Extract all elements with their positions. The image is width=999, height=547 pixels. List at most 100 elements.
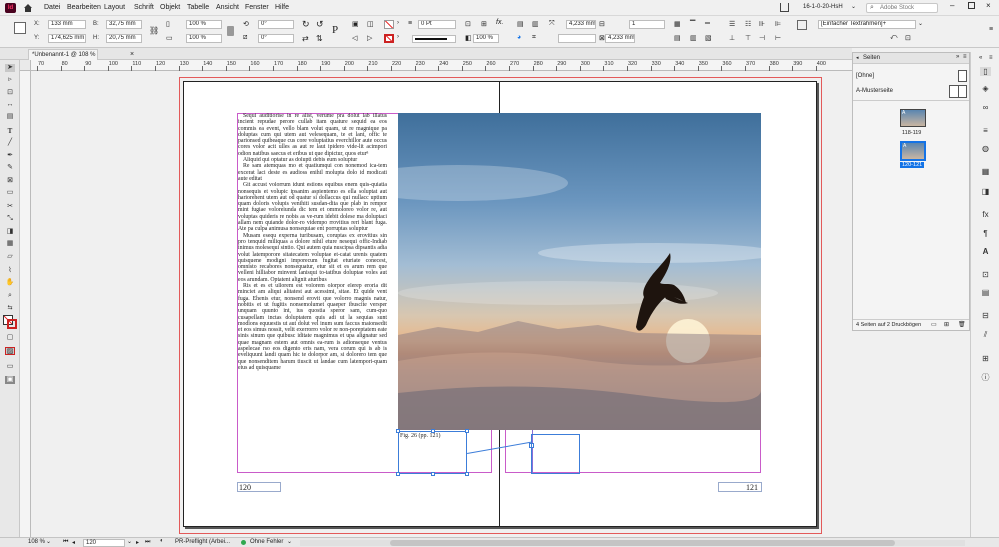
note-tool-icon[interactable]: ▱ <box>5 253 15 261</box>
select-next-icon[interactable]: ▷ <box>367 34 372 42</box>
stroke-dropdown-icon[interactable]: › <box>397 34 399 40</box>
flip-vertical-icon[interactable]: ⇅ <box>316 34 323 43</box>
x-position-field[interactable]: 133 mm <box>48 20 86 29</box>
select-container-icon[interactable]: ▣ <box>352 20 359 28</box>
fitting-icon[interactable]: ⊞ <box>481 20 487 28</box>
height-field[interactable]: 20,75 mm <box>106 34 142 43</box>
search-field[interactable]: ⌕ Adobe Stock <box>866 3 938 13</box>
pathfinder-panel-icon[interactable]: ⊞ <box>980 354 991 363</box>
horizontal-ruler[interactable]: 70 80 90 100 110 120 130 140 150 160 170 180 190 200 2… <box>20 60 852 71</box>
horizontal-scroll-thumb[interactable] <box>390 540 895 546</box>
columns-icon[interactable]: ▥ <box>532 20 539 28</box>
drop-shadow-icon[interactable]: ▤ <box>517 20 524 28</box>
scale-x-field[interactable]: 100 % <box>186 20 222 29</box>
vertical-justify-icon[interactable]: ▦ <box>674 20 681 28</box>
maximize-icon[interactable] <box>968 2 975 9</box>
menu-hilfe[interactable]: Hilfe <box>275 4 289 11</box>
shear-field[interactable]: 0° <box>258 34 294 43</box>
select-previous-icon[interactable]: ◁ <box>352 34 357 42</box>
none-master-thumbnail[interactable] <box>958 70 967 82</box>
spread-label[interactable]: 118-119 <box>902 130 921 136</box>
spread-label-selected[interactable]: 120-121 <box>900 162 925 168</box>
rectangle-tool-icon[interactable]: ▭ <box>5 189 15 197</box>
gap-tool-icon[interactable]: ↔ <box>5 101 15 109</box>
caption-frame[interactable]: Fig. 26 (pp. 121) <box>398 431 467 474</box>
stroke-style-swatch[interactable] <box>558 34 596 43</box>
selection-handle[interactable] <box>431 429 435 433</box>
text-frame[interactable]: Sequi auditiorise in re alist, verume pr… <box>238 113 387 472</box>
justify-8-icon[interactable]: ⊢ <box>775 34 781 42</box>
threaded-caption-frame[interactable] <box>531 434 580 474</box>
inset-bottom-field[interactable]: 4,233 mm <box>605 34 635 43</box>
text-wrap-panel-icon[interactable]: ⊟ <box>980 311 991 320</box>
rotation-field[interactable]: 0° <box>258 20 294 29</box>
links-panel-icon[interactable]: ∞ <box>980 103 991 112</box>
stroke-swatch[interactable] <box>384 34 394 43</box>
stroke-type-selector[interactable] <box>412 35 456 43</box>
align-top-icon[interactable]: ▔ <box>690 20 695 28</box>
rectangle-frame-tool-icon[interactable]: ⊠ <box>5 177 15 185</box>
justify-3-icon[interactable]: ⊪ <box>759 20 765 28</box>
object-styles-icon[interactable]: ⊡ <box>980 270 991 279</box>
paragraph-styles-icon[interactable]: ¶ <box>980 229 991 238</box>
object-style-icon[interactable] <box>797 20 807 30</box>
opacity-field[interactable]: 100 % <box>473 34 499 43</box>
page-number-field[interactable]: 120 <box>83 539 125 547</box>
preview-mode-icon[interactable]: ▣ <box>5 376 15 384</box>
page-size-icon[interactable]: ▭ <box>931 321 937 328</box>
align-frame-icon[interactable]: ⊟ <box>599 20 605 28</box>
selection-tool-icon[interactable]: ➤ <box>5 64 15 72</box>
eyedropper-tool-icon[interactable]: ⌇ <box>5 267 15 275</box>
last-page-icon[interactable]: ⏭ <box>145 539 150 546</box>
line-tool-icon[interactable]: ╱ <box>5 139 15 147</box>
stroke-weight-field[interactable]: 0 Pt <box>418 20 456 29</box>
gradient-feather-icon[interactable]: ▦ <box>5 240 15 248</box>
free-transform-icon[interactable]: ⤡ <box>5 215 15 223</box>
align-frame-2-icon[interactable]: ⊠ <box>599 34 605 42</box>
content-collector-icon[interactable]: ▤ <box>5 113 15 121</box>
menu-fenster[interactable]: Fenster <box>245 4 269 11</box>
align-left-icon[interactable]: ▤ <box>674 34 681 42</box>
distribute-icon[interactable]: ▧ <box>705 34 712 42</box>
formatting-container-icon[interactable]: ▢ <box>5 334 15 342</box>
fill-stroke-swatches[interactable] <box>3 315 17 329</box>
frame-options-icon[interactable]: ⊡ <box>905 34 911 42</box>
vertical-ruler[interactable] <box>20 71 31 537</box>
type-tool-icon[interactable]: T <box>5 127 15 135</box>
spread-thumbnail[interactable]: A <box>900 109 926 127</box>
fill-dropdown-icon[interactable]: › <box>397 20 399 26</box>
pages-tab[interactable]: Seiten <box>863 55 880 61</box>
inset-top-field[interactable]: 4,233 mm <box>566 20 596 29</box>
hand-tool-icon[interactable]: ✋ <box>5 279 15 287</box>
swatches-panel-icon[interactable]: ▦ <box>980 167 991 176</box>
menu-ansicht[interactable]: Ansicht <box>216 4 239 11</box>
menu-tabelle[interactable]: Tabelle <box>187 4 209 11</box>
preflight-status[interactable]: Ohne Fehler <box>250 539 283 545</box>
align-right-icon[interactable]: ▥ <box>690 34 697 42</box>
menu-datei[interactable]: Datei <box>44 4 60 11</box>
previous-page-icon[interactable]: ◂ <box>72 539 75 546</box>
first-page-icon[interactable]: ⏮ <box>63 539 68 546</box>
fill-stroke-swap-icon[interactable]: ⇆ <box>5 304 15 312</box>
close-tab-icon[interactable]: × <box>130 51 134 58</box>
fit-content-icon[interactable]: ⤧ <box>549 20 555 28</box>
a-master-thumbnail[interactable] <box>949 85 967 98</box>
layers-panel-icon[interactable]: ◈ <box>980 84 991 93</box>
zoom-tool-icon[interactable]: ⌕ <box>5 292 15 300</box>
text-wrap-icon[interactable]: ⊡ <box>465 20 471 28</box>
reference-point-icon[interactable] <box>14 22 26 34</box>
clear-override-icon[interactable]: ⤺ <box>890 34 897 42</box>
selection-handle[interactable] <box>465 472 469 476</box>
apply-color-icon[interactable]: ▨ <box>5 347 15 355</box>
color-theme-icon[interactable]: ◕ <box>517 34 521 41</box>
justify-7-icon[interactable]: ⊣ <box>759 34 765 42</box>
gradient-panel-icon[interactable]: ◨ <box>980 187 991 196</box>
document-tab[interactable]: *Unbenannt-1 @ 108 % × <box>28 49 134 60</box>
none-master-label[interactable]: [Ohne] <box>856 73 874 79</box>
page-dropdown-icon[interactable]: ⌄ <box>127 538 132 545</box>
justify-6-icon[interactable]: ⊤ <box>745 34 751 42</box>
menu-objekt[interactable]: Objekt <box>160 4 180 11</box>
delete-page-icon[interactable]: 🗑 <box>958 321 966 328</box>
page-tool-icon[interactable]: ⊡ <box>5 89 15 97</box>
fill-swatch[interactable] <box>384 20 394 29</box>
